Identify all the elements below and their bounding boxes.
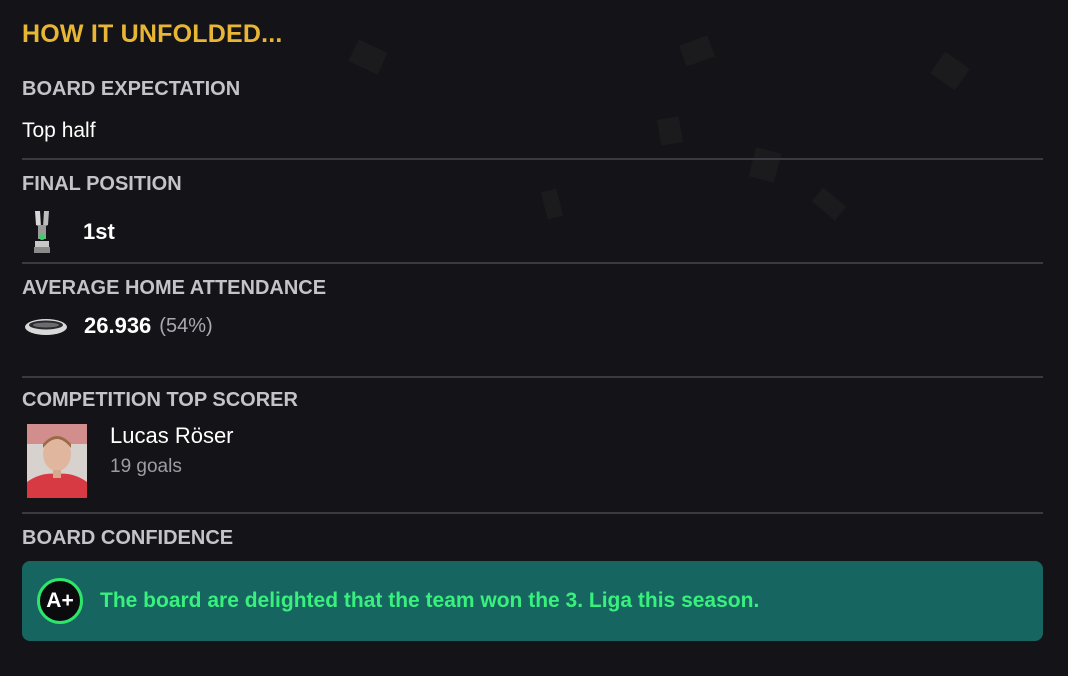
attendance-label: AVERAGE HOME ATTENDANCE	[22, 277, 327, 299]
attendance-value: 26.936	[84, 313, 152, 338]
divider	[22, 262, 1043, 264]
final-position-row: 1st	[22, 209, 115, 255]
trophy-icon	[31, 209, 77, 255]
final-position-value: 1st	[83, 219, 115, 244]
top-scorer-label: COMPETITION TOP SCORER	[22, 389, 298, 411]
board-expectation-label: BOARD EXPECTATION	[22, 78, 241, 100]
attendance-percent: (54%)	[159, 314, 213, 337]
stadium-icon	[24, 313, 70, 339]
divider	[22, 512, 1043, 514]
divider	[22, 158, 1043, 160]
divider	[22, 376, 1043, 378]
board-confidence-message: The board are delighted that the team wo…	[100, 589, 760, 612]
grade-badge: A+	[37, 578, 83, 624]
board-expectation-value: Top half	[22, 119, 96, 142]
board-confidence-label: BOARD CONFIDENCE	[22, 527, 234, 549]
final-position-label: FINAL POSITION	[22, 173, 182, 195]
player-name: Lucas Röser	[110, 423, 234, 448]
player-photo	[27, 424, 87, 498]
season-summary-panel: HOW IT UNFOLDED... BOARD EXPECTATION Top…	[22, 0, 1043, 676]
page-title: HOW IT UNFOLDED...	[22, 20, 283, 48]
player-goals: 19 goals	[110, 456, 182, 477]
board-confidence-card: A+ The board are delighted that the team…	[22, 561, 1043, 641]
attendance-row: 26.936 (54%)	[22, 313, 213, 339]
